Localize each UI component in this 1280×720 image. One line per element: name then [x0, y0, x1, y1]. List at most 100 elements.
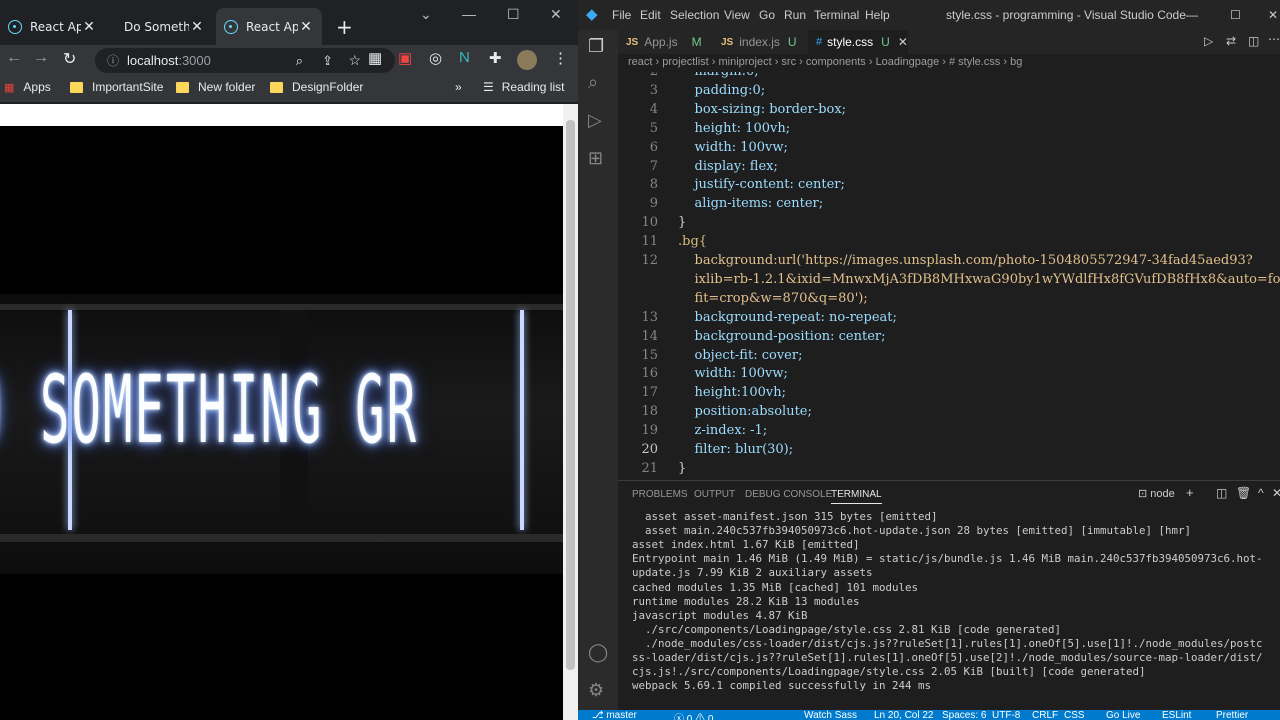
line-number: 10: [641, 215, 658, 231]
close-tab-icon[interactable]: ✕: [898, 35, 908, 49]
tab-debug-console[interactable]: DEBUG CONSOLE: [745, 489, 832, 500]
share-icon[interactable]: ⇪: [322, 53, 333, 69]
new-tab-button[interactable]: +: [328, 8, 358, 45]
watch-sass-button[interactable]: Watch Sass: [804, 710, 857, 720]
chrome-menu-icon[interactable]: ⋮: [553, 49, 568, 67]
bookmark-star-icon[interactable]: ☆: [348, 52, 361, 69]
tab-output[interactable]: OUTPUT: [694, 489, 735, 500]
tab-index-js[interactable]: JS index.js U: [713, 30, 808, 54]
menu-view[interactable]: View: [724, 8, 750, 22]
close-window-icon[interactable]: ✕: [550, 6, 562, 23]
code-line: margin:0;: [678, 72, 759, 79]
maximize-icon[interactable]: ☐: [1230, 8, 1241, 22]
close-window-icon[interactable]: ✕: [1268, 8, 1278, 22]
untracked-badge: U: [881, 35, 890, 49]
extension-qr-icon[interactable]: ▦: [368, 49, 382, 67]
extensions-icon[interactable]: ⊞: [588, 148, 603, 169]
minimize-icon[interactable]: —: [462, 6, 476, 22]
browser-tab-1[interactable]: React App ✕: [0, 8, 105, 45]
tab-style-css[interactable]: # style.css U ✕: [808, 30, 908, 54]
maximize-icon[interactable]: ☐: [507, 6, 520, 23]
tab-terminal[interactable]: TERMINAL: [831, 489, 882, 504]
code-editor[interactable]: 2 margin:0; 3 padding:0; 4 box-sizing: bor…: [618, 72, 1280, 480]
bookmark-folder-new-folder[interactable]: New folder: [176, 80, 255, 94]
encoding[interactable]: UTF-8: [992, 710, 1020, 720]
terminal-line: ./src/components/Loadingpage/style.css 2…: [632, 622, 1062, 636]
indentation[interactable]: Spaces: 6: [942, 710, 986, 720]
terminal[interactable]: asset asset-manifest.json 315 bytes [emi…: [618, 506, 1280, 710]
folder-icon: [270, 81, 283, 93]
menu-go[interactable]: Go: [759, 8, 775, 22]
folder-icon: [176, 81, 189, 93]
zoom-icon[interactable]: ⌕: [296, 53, 303, 69]
extensions-puzzle-icon[interactable]: ✚: [489, 49, 502, 67]
go-live-button[interactable]: Go Live: [1106, 710, 1140, 720]
browser-tab-3[interactable]: React App ✕: [216, 8, 322, 45]
terminal-shell-select[interactable]: ⊡ node: [1138, 487, 1175, 500]
code-line: justify-content: center;: [678, 177, 845, 193]
menu-selection[interactable]: Selection: [670, 8, 719, 22]
git-branch[interactable]: ⎇ master: [592, 710, 637, 720]
menu-file[interactable]: File: [612, 8, 631, 22]
terminal-line: asset index.html 1.67 KiB [emitted]: [632, 538, 860, 552]
bookmark-apps[interactable]: ▦ Apps: [4, 80, 51, 94]
breadcrumb[interactable]: react › projectlist › miniproject › src …: [618, 54, 1280, 72]
warning-count: 0: [707, 714, 714, 720]
split-terminal-icon[interactable]: ◫: [1216, 486, 1227, 500]
new-terminal-icon[interactable]: +: [1186, 485, 1194, 500]
tab-search-icon[interactable]: ⌄: [420, 6, 432, 23]
menu-terminal[interactable]: Terminal: [814, 8, 859, 22]
close-tab-icon[interactable]: ✕: [189, 19, 205, 35]
bookmark-folder-importantsite[interactable]: ImportantSite: [70, 80, 163, 94]
more-actions-icon[interactable]: ⋯: [1268, 32, 1280, 46]
terminal-line: ./node_modules/css-loader/dist/cjs.js??r…: [632, 636, 1263, 650]
bookmark-folder-designfolder[interactable]: DesignFolder: [270, 80, 363, 94]
cursor-position[interactable]: Ln 20, Col 22: [874, 710, 934, 720]
scrollbar-thumb[interactable]: [566, 120, 575, 670]
run-debug-icon[interactable]: ▷: [588, 110, 602, 131]
react-icon: [224, 19, 238, 34]
tab-problems[interactable]: PROBLEMS: [632, 489, 688, 500]
reading-list-button[interactable]: ☰ Reading list: [483, 80, 564, 94]
browser-tab-2[interactable]: Do Something ✕: [108, 8, 213, 45]
address-bar[interactable]: ⓘ localhost:3000 ⌕ ⇪ ☆: [95, 48, 395, 73]
settings-gear-icon[interactable]: ⚙: [588, 680, 604, 701]
page-viewport: O SOMETHING GR: [0, 104, 563, 720]
accounts-icon[interactable]: ◯: [588, 642, 608, 663]
reading-list-label: Reading list: [501, 80, 565, 94]
menu-run[interactable]: Run: [784, 8, 806, 22]
line-number: 13: [641, 309, 658, 325]
minimize-icon[interactable]: —: [1186, 8, 1198, 22]
reading-list-icon: ☰: [483, 80, 494, 94]
extension-circle-icon[interactable]: ◎: [429, 49, 442, 67]
back-icon[interactable]: ←: [6, 49, 22, 67]
forward-icon[interactable]: →: [33, 49, 49, 67]
search-icon[interactable]: ⌕: [588, 72, 598, 93]
tab-app-js[interactable]: JS App.js M: [618, 30, 713, 54]
close-tab-icon[interactable]: ✕: [81, 19, 97, 35]
extension-red-icon[interactable]: ▣: [398, 49, 412, 67]
extension-n-icon[interactable]: N: [459, 49, 470, 66]
line-ending[interactable]: CRLF: [1032, 710, 1058, 720]
language-mode[interactable]: CSS: [1064, 710, 1085, 720]
explorer-icon[interactable]: ❐: [588, 36, 604, 57]
vscode-titlebar: ◆ File Edit Selection View Go Run Termin…: [578, 0, 1280, 30]
close-tab-icon[interactable]: ✕: [298, 19, 314, 35]
run-icon[interactable]: ▷: [1204, 34, 1213, 48]
reload-icon[interactable]: ↻: [63, 49, 76, 69]
kill-terminal-icon[interactable]: 🗑: [1236, 486, 1251, 500]
code-line: box-sizing: border-box;: [678, 101, 847, 117]
close-panel-icon[interactable]: ✕: [1272, 486, 1280, 500]
split-editor-icon[interactable]: ◫: [1248, 34, 1259, 48]
menu-edit[interactable]: Edit: [640, 8, 661, 22]
react-icon: [8, 19, 22, 34]
open-changes-icon[interactable]: ⇄: [1226, 34, 1236, 48]
profile-avatar[interactable]: [517, 50, 537, 70]
prettier-status[interactable]: Prettier: [1216, 710, 1248, 720]
maximize-panel-icon[interactable]: ^: [1258, 486, 1264, 500]
eslint-status[interactable]: ESLint: [1162, 710, 1191, 720]
neon-tube-vertical: [520, 310, 524, 530]
problems-count[interactable]: ⓧ 0 ⚠ 0: [674, 710, 713, 720]
menu-help[interactable]: Help: [865, 8, 890, 22]
bookmarks-overflow-button[interactable]: »: [455, 80, 462, 94]
